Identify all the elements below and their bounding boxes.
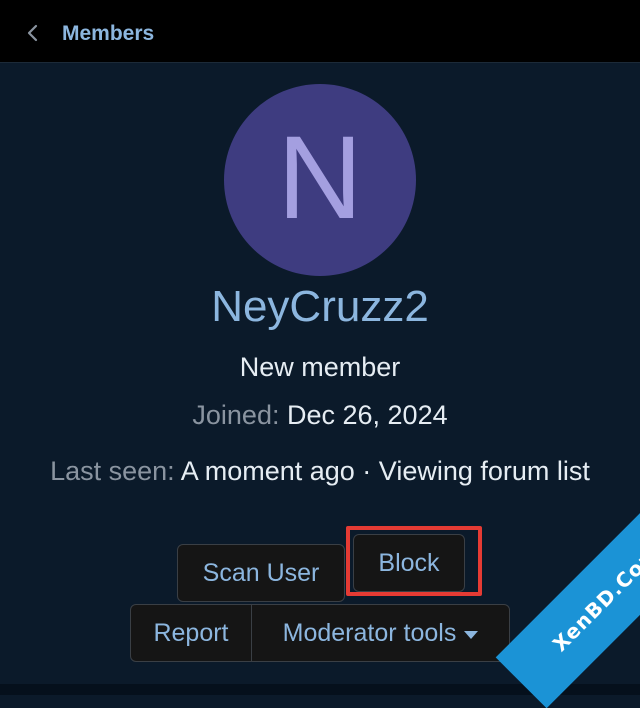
scan-user-button[interactable]: Scan User <box>177 544 345 602</box>
action-button-group: Report Moderator tools <box>130 604 510 662</box>
moderator-tools-button[interactable]: Moderator tools <box>252 605 509 661</box>
moderator-tools-label: Moderator tools <box>282 618 457 647</box>
user-role: New member <box>239 352 401 382</box>
joined-row: Joined: Dec 26, 2024 <box>0 400 640 431</box>
avatar-letter: N <box>277 112 363 244</box>
avatar[interactable]: N <box>224 84 416 276</box>
joined-date: Dec 26, 2024 <box>286 400 448 430</box>
top-bar: Members <box>0 0 640 63</box>
report-label: Report <box>153 618 229 647</box>
joined-label: Joined: <box>192 400 280 430</box>
caret-down-icon <box>464 630 479 639</box>
report-button[interactable]: Report <box>131 605 252 661</box>
last-seen-row: Last seen: A moment ago · Viewing forum … <box>20 450 620 492</box>
watermark-text: XenBD.Com <box>547 539 640 657</box>
members-link[interactable]: Members <box>62 22 154 46</box>
last-seen-value: A moment ago · Viewing forum list <box>180 456 590 486</box>
username[interactable]: NeyCruzz2 <box>0 282 640 332</box>
last-seen-label: Last seen: <box>50 456 175 486</box>
chevron-left-icon[interactable] <box>26 24 40 42</box>
watermark-banner: XenBD.Com <box>495 487 640 708</box>
block-button[interactable]: Block <box>353 534 465 592</box>
